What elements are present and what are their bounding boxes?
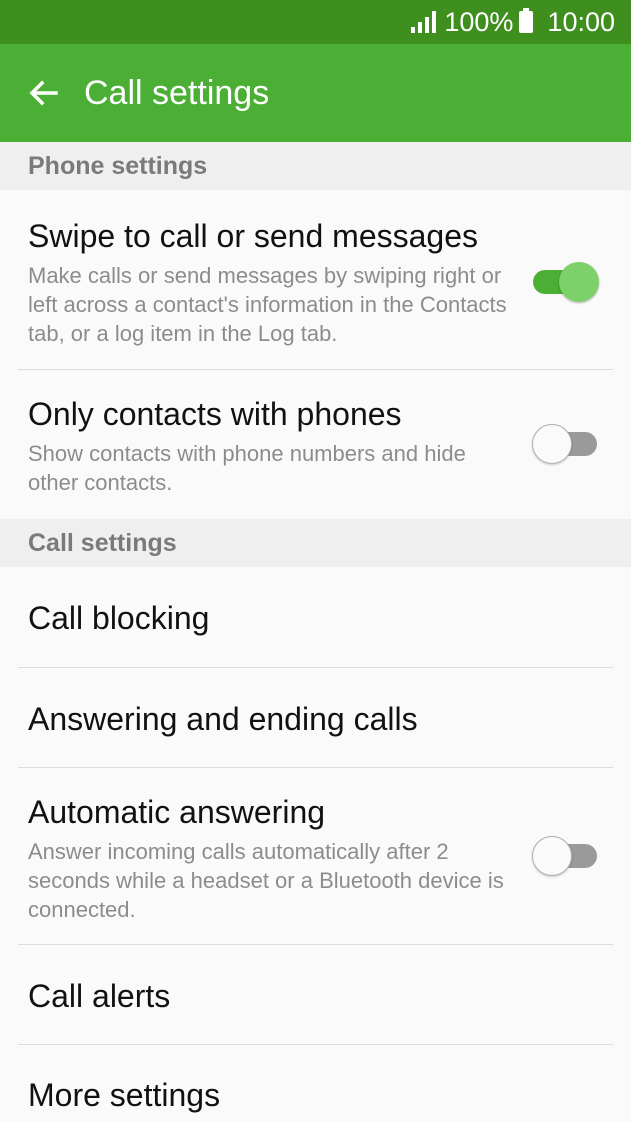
setting-title: Call blocking	[28, 600, 210, 636]
app-bar: Call settings	[0, 44, 631, 142]
section-header-call-settings: Call settings	[0, 519, 631, 567]
setting-swipe-to-call[interactable]: Swipe to call or send messages Make call…	[0, 190, 631, 370]
automatic-answering-toggle[interactable]	[532, 835, 599, 877]
setting-title: Call alerts	[28, 978, 171, 1014]
setting-more-settings[interactable]: More settings	[0, 1045, 631, 1122]
setting-title: Answering and ending calls	[28, 701, 418, 737]
setting-title: Swipe to call or send messages	[28, 218, 478, 254]
setting-description: Make calls or send messages by swiping r…	[28, 263, 507, 346]
setting-description: Show contacts with phone numbers and hid…	[28, 441, 466, 495]
status-bar: 100% 10:00	[0, 0, 631, 44]
only-contacts-toggle[interactable]	[532, 423, 599, 465]
battery-icon	[519, 8, 534, 33]
setting-only-contacts-with-phones[interactable]: Only contacts with phones Show contacts …	[0, 370, 631, 519]
section-header-phone-settings: Phone settings	[0, 142, 631, 190]
setting-call-blocking[interactable]: Call blocking	[0, 567, 631, 667]
page-title: Call settings	[84, 73, 270, 112]
clock: 10:00	[547, 6, 615, 37]
signal-icon	[411, 11, 437, 33]
swipe-to-call-toggle[interactable]	[533, 261, 599, 303]
setting-automatic-answering[interactable]: Automatic answering Answer incoming call…	[0, 768, 631, 944]
setting-title: Only contacts with phones	[28, 396, 402, 432]
arrow-left-icon[interactable]	[26, 75, 62, 111]
setting-title: Automatic answering	[28, 794, 326, 830]
battery-percent: 100%	[444, 6, 514, 37]
setting-call-alerts[interactable]: Call alerts	[0, 945, 631, 1044]
setting-description: Answer incoming calls automatically afte…	[28, 839, 504, 922]
setting-title: More settings	[28, 1077, 221, 1113]
setting-answering-and-ending-calls[interactable]: Answering and ending calls	[0, 668, 631, 767]
